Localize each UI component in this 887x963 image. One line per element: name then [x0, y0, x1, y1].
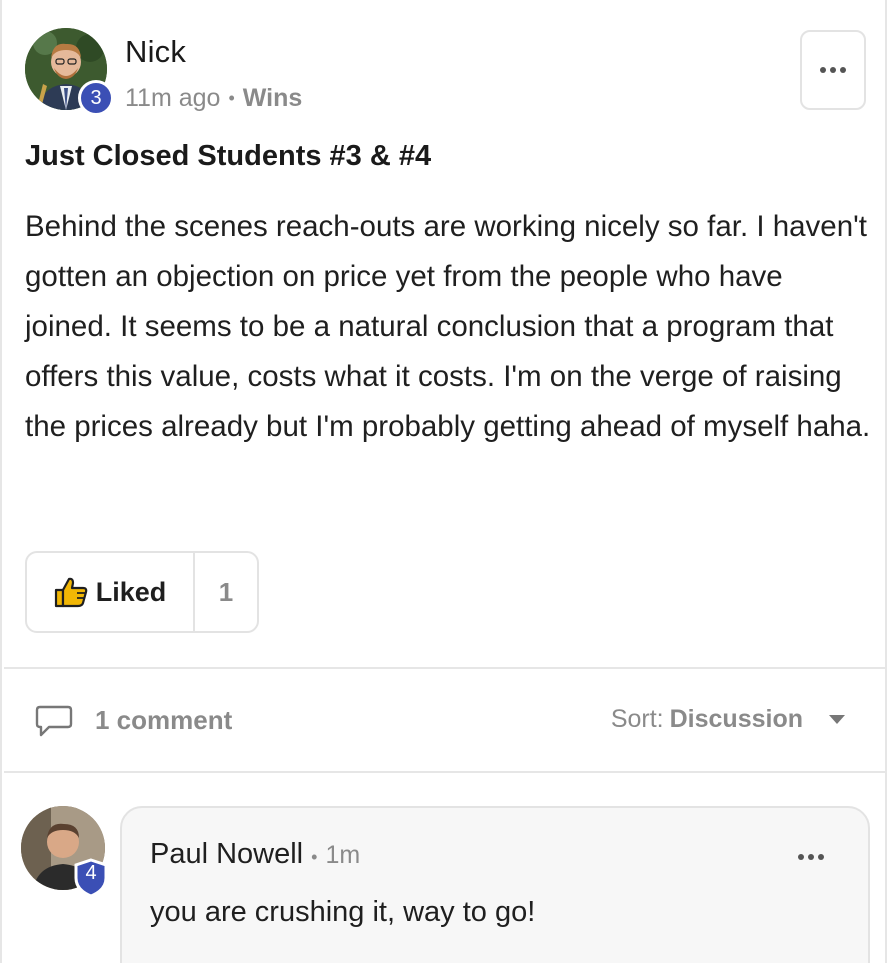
comments-bar: 1 comment Sort: Discussion: [35, 700, 855, 744]
more-icon: [820, 67, 846, 73]
comment-bubble: Paul Nowell • 1m you are crushing it, wa…: [120, 806, 870, 963]
post-meta: 11m ago • Wins: [125, 84, 302, 113]
post-card: 3 Nick 11m ago • Wins Just Closed Studen…: [0, 0, 887, 963]
comment-time: 1m: [325, 841, 361, 869]
comment-count[interactable]: 1 comment: [95, 705, 232, 736]
like-label: Liked: [95, 576, 167, 607]
post-body: Behind the scenes reach-outs are working…: [25, 210, 871, 443]
chevron-down-icon: [829, 715, 845, 724]
post-category[interactable]: Wins: [243, 84, 303, 113]
author-avatar-wrap[interactable]: 3: [25, 28, 114, 116]
post-title: Just Closed Students #3 & #4: [25, 140, 432, 172]
comment-header: Paul Nowell • 1m: [150, 838, 360, 871]
divider: [4, 667, 887, 669]
sort-label: Sort:: [610, 705, 664, 733]
post-author-name[interactable]: Nick: [125, 34, 186, 70]
sort-value: Discussion: [669, 705, 803, 733]
comment-icon: [35, 705, 73, 737]
comment-more-button[interactable]: [798, 854, 824, 860]
commenter-level: 4: [85, 862, 97, 884]
shield-badge-icon: 4: [73, 858, 109, 898]
comment-separator: •: [311, 847, 318, 867]
comment-author-name[interactable]: Paul Nowell: [150, 838, 303, 871]
like-count[interactable]: 1: [195, 553, 257, 631]
like-button[interactable]: Liked: [27, 553, 195, 631]
divider: [4, 771, 887, 773]
more-icon: [798, 854, 824, 860]
comment-text: you are crushing it, way to go!: [150, 896, 536, 928]
post-more-button[interactable]: [800, 30, 866, 110]
commenter-avatar-wrap[interactable]: 4: [21, 806, 113, 898]
like-control: Liked 1: [25, 551, 259, 633]
sort-dropdown[interactable]: Sort: Discussion: [611, 705, 845, 734]
author-level-badge: 3: [78, 80, 114, 116]
meta-separator: •: [228, 88, 235, 108]
thumbs-up-icon: [54, 577, 88, 608]
post-time: 11m ago: [125, 84, 221, 112]
